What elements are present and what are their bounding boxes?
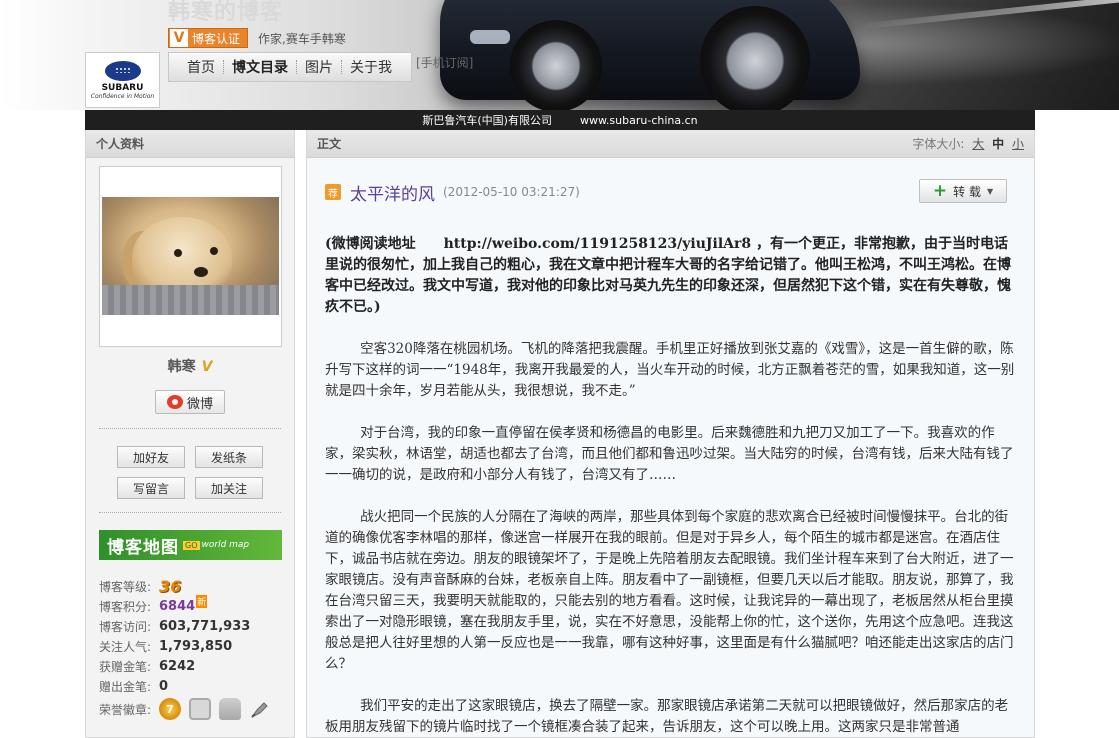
user-name-row: 韩寒 V: [86, 356, 294, 376]
stat-value: 6242: [159, 658, 196, 674]
sponsor-company: 斯巴鲁汽车(中国)有限公司: [422, 114, 552, 127]
stat-score: 博客积分: 6844 新: [99, 594, 289, 616]
car-wheel-rear: [700, 6, 810, 110]
avatar[interactable]: [102, 197, 279, 315]
stat-label: 获赠金笔:: [99, 659, 152, 674]
article-body: (微博阅读地址 http://weibo.com/1191258123/yiuJ…: [325, 234, 1017, 738]
article-paragraph: 对于台湾，我的印象一直停留在侯孝贤和杨德昌的电影里。后来魏德胜和九把刀又加工了一…: [325, 425, 1014, 483]
weibo-button[interactable]: 微博: [155, 390, 225, 414]
stat-value: 0: [159, 678, 169, 694]
stat-value[interactable]: 6844: [159, 599, 195, 614]
article-paragraph: 空客320降落在桃园机场。飞机的降落把我震醒。手机里正好播放到张艾嘉的《戏雪》，…: [325, 341, 1015, 399]
font-size-label: 字体大小:: [912, 137, 965, 151]
avatar-dog-eye: [174, 249, 182, 257]
section-label: 正文: [317, 137, 342, 151]
stat-label: 博客等级:: [99, 579, 152, 594]
stat-medals: 荣誉徽章: 7: [99, 696, 289, 722]
verified-check-icon: V: [170, 29, 188, 47]
follow-button[interactable]: 加关注: [195, 477, 263, 499]
weibo-icon: [166, 395, 183, 409]
font-size-control: 字体大小: 大 中 小: [912, 130, 1024, 157]
stat-label: 博客积分:: [99, 599, 152, 614]
repost-button[interactable]: + 转 载 ▼: [919, 179, 1007, 203]
stat-popularity: 关注人气: 1,793,850: [99, 636, 289, 656]
article-lead-paragraph: (微博阅读地址 http://weibo.com/1191258123/yiuJ…: [325, 236, 1011, 315]
blog-title[interactable]: 韩寒的博客: [168, 0, 283, 26]
article-time: (2012-05-10 03:21:27): [443, 185, 580, 199]
stat-label: 赠出金笔:: [99, 679, 152, 694]
article-paragraph: 我们平安的走出了这家眼镜店，换去了隔壁一家。那家眼镜店承诺第二天就可以把眼镜做好…: [325, 698, 1009, 735]
blog-nav: 首页 博文目录 图片 关于我: [168, 52, 412, 82]
map-banner-sub: world map: [201, 540, 250, 550]
article-panel: 正文 字体大小: 大 中 小 荐 太平洋的风 (2012-05-10 03:21…: [306, 130, 1035, 738]
stat-level: 博客等级: 36: [99, 576, 289, 596]
blog-verify-badge[interactable]: V 博客认证: [168, 28, 248, 48]
weibo-label: 微博: [186, 396, 213, 412]
article-title[interactable]: 太平洋的风: [350, 180, 435, 205]
verify-label: 博客认证: [192, 31, 241, 46]
avatar-sweater: [102, 285, 279, 315]
article-header: 荐 太平洋的风 (2012-05-10 03:21:27) + 转 载 ▼: [325, 178, 1015, 206]
blog-description: 作家,赛车手韩寒: [258, 32, 346, 46]
repost-label: 转 载: [953, 184, 981, 199]
sponsor-url: www.subaru-china.cn: [579, 113, 698, 127]
blog-stats: 博客等级: 36 博客积分: 6844 新 博客访问: 603,771,933 …: [99, 576, 289, 722]
camera-medal-icon[interactable]: [189, 698, 211, 720]
map-banner-go: GO: [183, 540, 200, 550]
nav-article-list[interactable]: 博文目录: [224, 57, 296, 77]
subaru-logo[interactable]: SUBARU Confidence in Motion: [85, 52, 160, 108]
chevron-down-icon: ▼: [986, 186, 994, 196]
logo-brand: SUBARU: [101, 82, 144, 93]
car-wheel-front: [510, 20, 602, 110]
font-size-medium[interactable]: 中: [992, 137, 1004, 151]
nav-home[interactable]: 首页: [179, 57, 223, 77]
plus-icon: +: [932, 181, 948, 201]
stat-value: 1,793,850: [159, 638, 233, 654]
avatar-frame: [99, 166, 282, 347]
nav-photos[interactable]: 图片: [297, 57, 341, 77]
divider: [99, 512, 281, 513]
pen-medal-icon[interactable]: [249, 698, 271, 720]
mobile-subscribe-link[interactable]: [手机订阅]: [416, 54, 473, 71]
verified-v-icon: V: [201, 359, 213, 375]
avatar-dog-eye: [210, 247, 218, 255]
profile-sidebar: 个人资料 韩寒 V 微博 加好友 发纸条 写留言 加关注 博客地图 GO worl…: [85, 130, 295, 738]
add-friend-button[interactable]: 加好友: [117, 446, 185, 468]
avatar-dog-nose: [194, 267, 208, 277]
medal-list: 7: [159, 698, 279, 720]
stat-value: 603,771,933: [159, 618, 251, 634]
stat-visits: 博客访问: 603,771,933: [99, 616, 289, 636]
font-size-small[interactable]: 小: [1012, 137, 1024, 151]
divider: [99, 428, 281, 429]
stat-label: 荣誉徽章:: [99, 702, 152, 717]
logo-tagline: Confidence in Motion: [90, 92, 155, 100]
article-paragraph: 战火把同一个民族的人分隔在了海峡的两岸，那些具体到每个家庭的悲欢离合已经被时间慢…: [325, 509, 1014, 672]
subaru-star-icon: [104, 60, 141, 81]
stat-value[interactable]: 36: [159, 577, 181, 596]
nav-about[interactable]: 关于我: [342, 57, 400, 77]
send-note-button[interactable]: 发纸条: [195, 446, 263, 468]
sponsor-bar[interactable]: 斯巴鲁汽车(中国)有限公司 www.subaru-china.cn: [85, 110, 1035, 130]
article-panel-head: 正文 字体大小: 大 中 小: [307, 130, 1034, 158]
medal-level-icon[interactable]: 7: [159, 698, 181, 720]
map-banner-text: 博客地图: [107, 537, 179, 558]
stat-label: 博客访问:: [99, 619, 152, 634]
user-name[interactable]: 韩寒: [168, 359, 196, 375]
stat-pens-given: 赠出金笔: 0: [99, 676, 289, 696]
font-size-large[interactable]: 大: [972, 137, 984, 151]
car-headlight: [470, 30, 510, 44]
stat-label: 关注人气:: [99, 639, 152, 654]
new-badge: 新: [196, 594, 208, 608]
blog-map-banner[interactable]: 博客地图 GO world map: [99, 530, 282, 560]
profile-panel-title: 个人资料: [86, 130, 294, 158]
write-comment-button[interactable]: 写留言: [117, 477, 185, 499]
lock-medal-icon[interactable]: [219, 698, 241, 720]
stat-pens-received: 获赠金笔: 6242: [99, 656, 289, 676]
recommended-badge: 荐: [325, 184, 341, 200]
